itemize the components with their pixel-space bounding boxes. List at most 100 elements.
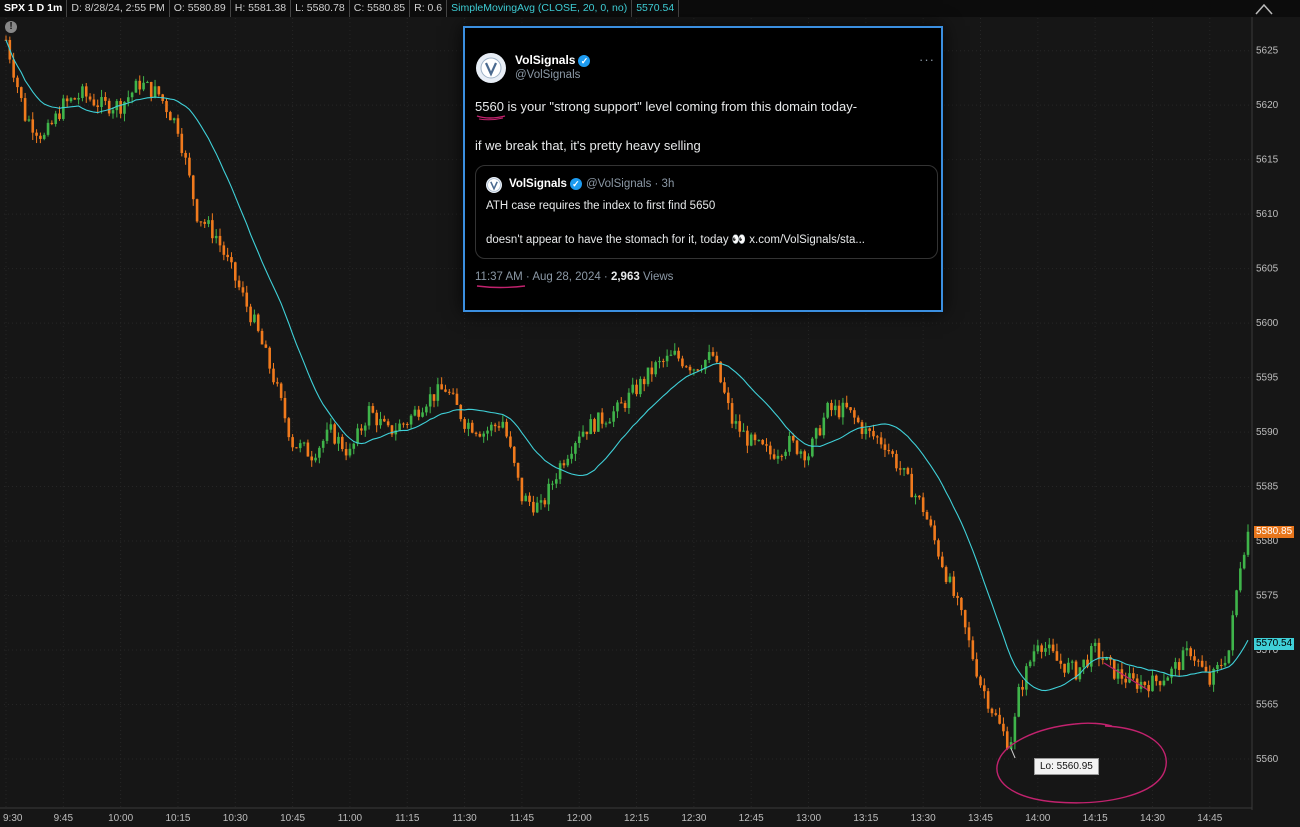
candle-body xyxy=(662,360,665,362)
candle-body xyxy=(88,96,92,100)
candle-body xyxy=(581,431,585,437)
candle-body xyxy=(371,406,375,413)
candle-body xyxy=(1028,661,1032,667)
candle-body xyxy=(249,306,252,323)
quote-author[interactable]: VolSignals ✓ @VolSignals · 3h xyxy=(509,178,674,190)
tweet-timestamp[interactable]: 11:37 AM · Aug 28, 2024 · xyxy=(475,271,611,283)
candle-body xyxy=(952,576,956,596)
chart-area[interactable]: 5625 5620 5615 5610 5605 5600 5595 5590 5585 5580… xyxy=(0,0,1300,827)
candle-body xyxy=(111,110,115,114)
candle-body xyxy=(551,483,554,485)
candle-body xyxy=(260,330,264,345)
candle-body xyxy=(711,352,715,356)
candle-body xyxy=(707,352,711,360)
study-label[interactable]: SimpleMovingAvg (CLOSE, 20, 0, no) xyxy=(447,0,633,17)
candle-body xyxy=(42,134,46,139)
open-readout: O: 5580.89 xyxy=(170,0,231,17)
quote-avatar xyxy=(486,177,502,193)
candle-body xyxy=(253,314,256,323)
tweet-author-name[interactable]: VolSignals ✓ xyxy=(515,53,591,67)
candle-body xyxy=(1216,665,1219,670)
candle-body xyxy=(619,402,623,404)
more-options-icon[interactable]: ··· xyxy=(919,52,935,67)
candle-body xyxy=(791,435,795,441)
info-icon[interactable]: ! xyxy=(5,21,17,33)
candle-body xyxy=(642,378,646,385)
candle-body xyxy=(902,468,906,470)
candle-body xyxy=(814,428,818,439)
candle-body xyxy=(1219,665,1223,667)
candle-body xyxy=(593,419,596,432)
avatar[interactable] xyxy=(476,53,506,83)
quote-handle: @VolSignals · 3h xyxy=(585,178,675,191)
candle-body xyxy=(677,350,680,359)
candle-body xyxy=(940,556,944,568)
quote-text-line2[interactable]: doesn't appear to have the stomach for i… xyxy=(486,232,865,246)
candle-body xyxy=(826,402,829,418)
candle-body xyxy=(822,417,826,436)
quoted-tweet[interactable]: VolSignals ✓ @VolSignals · 3h ATH case req… xyxy=(475,165,938,259)
symbol-label[interactable]: SPX 1 D 1m xyxy=(0,0,68,17)
candle-body xyxy=(1166,677,1170,681)
tweet-author-handle[interactable]: @VolSignals xyxy=(515,69,580,81)
candle-body xyxy=(1174,662,1177,669)
candle-body xyxy=(876,436,879,438)
candle-body xyxy=(1002,723,1005,732)
candle-body xyxy=(302,442,306,444)
candle-body xyxy=(1223,662,1227,666)
x-tick-label: 10:15 xyxy=(165,813,190,824)
candle-body xyxy=(314,457,317,461)
x-tick-label: 11:15 xyxy=(395,813,420,824)
candle-body xyxy=(348,448,352,456)
candle-body xyxy=(967,627,971,641)
candle-body xyxy=(975,659,978,677)
candle-body xyxy=(612,411,615,422)
views-label: Views xyxy=(639,271,674,283)
candle-body xyxy=(360,428,363,431)
candle-body xyxy=(1170,668,1173,678)
candle-body xyxy=(623,403,627,409)
candle-body xyxy=(1162,680,1166,686)
candle-body xyxy=(673,350,677,355)
candle-body xyxy=(769,445,772,455)
candle-body xyxy=(46,122,50,135)
candle-body xyxy=(344,449,348,456)
candle-body xyxy=(1208,671,1212,685)
candle-body xyxy=(1055,651,1059,661)
candle-body xyxy=(986,691,990,709)
candle-body xyxy=(895,453,898,469)
collapse-icon[interactable] xyxy=(1255,3,1273,15)
low-readout: L: 5580.78 xyxy=(291,0,350,17)
candle-body xyxy=(784,451,787,456)
candle-body xyxy=(872,430,875,437)
high-readout: H: 5581.38 xyxy=(231,0,292,17)
candle-body xyxy=(746,430,749,446)
candle-body xyxy=(188,157,191,176)
candle-body xyxy=(1025,666,1028,690)
candle-body xyxy=(1158,681,1162,686)
candle-body xyxy=(516,462,520,478)
candle-body xyxy=(983,685,986,692)
tweet-text-line1: 5560 is your "strong support" level comi… xyxy=(475,99,858,114)
candle-body xyxy=(35,132,38,136)
candle-body xyxy=(180,133,184,153)
candle-body xyxy=(1097,642,1101,659)
candle-body xyxy=(910,473,914,498)
candle-body xyxy=(455,393,459,405)
view-count: 2,963 xyxy=(610,271,640,283)
candle-body xyxy=(608,421,612,424)
session-low-label: Lo: 5560.95 xyxy=(1034,758,1099,775)
candle-body xyxy=(688,366,692,371)
candle-body xyxy=(883,444,887,450)
candle-body xyxy=(1124,678,1128,683)
candle-body xyxy=(199,221,203,223)
candle-body xyxy=(104,97,107,101)
candle-body xyxy=(54,113,57,124)
y-tick-label: 5560 xyxy=(1256,754,1279,765)
candle-body xyxy=(841,402,845,418)
tweet-overlay[interactable]: VolSignals ✓ @VolSignals ··· 5560 is your… xyxy=(463,26,943,312)
candle-body xyxy=(218,235,222,246)
candle-body xyxy=(856,417,860,423)
candle-body xyxy=(715,355,719,362)
x-tick-label: 11:45 xyxy=(510,813,535,824)
